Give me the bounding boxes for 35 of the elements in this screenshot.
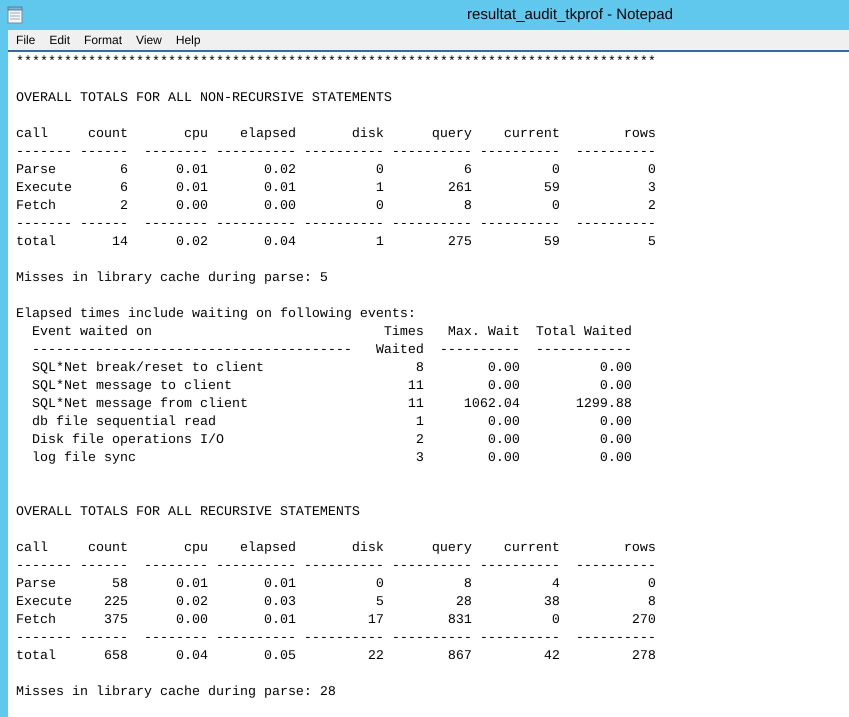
text-line: ******************************************************************************** [16,54,656,72]
text-line: OVERALL TOTALS FOR ALL RECURSIVE STATEMENTS [16,504,360,522]
text-line: Execute 6 0.01 0.01 1 261 59 3 [16,180,656,198]
text-line: OVERALL TOTALS FOR ALL NON-RECURSIVE STATEMENTS [16,90,392,108]
text-line: SQL*Net message from client 11 1062.04 1299.88 [30,396,632,414]
menu-item[interactable]: File [9,31,42,49]
text-line: ------- ------ -------- ---------- ---------- ---------- ---------- ---------- [16,144,656,162]
menu-item[interactable]: Format [77,31,130,49]
menu-item[interactable]: Edit [42,31,78,49]
menu-item[interactable]: View [129,31,169,49]
text-line: call count cpu elapsed disk query current rows [16,126,656,144]
text-line: Fetch 375 0.00 0.01 17 831 0 270 [16,612,656,630]
notepad-icon [7,6,23,24]
text-line: Event waited on Times Max. Wait Total Waited [30,324,632,342]
text-line: call count cpu elapsed disk query current rows [16,540,656,558]
text-line: total 14 0.02 0.04 1 275 59 5 [16,234,656,252]
text-line: db file sequential read 1 0.00 0.00 [30,414,632,432]
text-line: Disk file operations I/O 2 0.00 0.00 [30,432,632,450]
text-line: ------- ------ -------- ---------- ---------- ---------- ---------- ---------- [16,630,656,648]
text-line: total 658 0.04 0.05 22 867 42 278 [16,648,656,666]
text-line: Parse 58 0.01 0.01 0 8 4 0 [16,576,656,594]
text-line: Misses in library cache during parse: 5 [16,270,328,288]
text-line: ------- ------ -------- ---------- ---------- ---------- ---------- ---------- [16,216,656,234]
text-line: Elapsed times include waiting on following events: [16,306,416,324]
window-title: resultat_audit_tkprof - Notepad [467,4,673,25]
text-line: log file sync 3 0.00 0.00 [30,450,632,468]
text-line: Parse 6 0.01 0.02 0 6 0 0 [16,162,656,180]
text-line: ------- ------ -------- ---------- ---------- ---------- ---------- ---------- [16,558,656,576]
text-line: SQL*Net break/reset to client 8 0.00 0.00 [30,360,632,378]
text-line: Execute 225 0.02 0.03 5 28 38 8 [16,594,656,612]
text-line: SQL*Net message to client 11 0.00 0.00 [30,378,632,396]
text-line: ---------------------------------------- Waited ---------- ------------ [30,342,632,360]
menu-item[interactable]: Help [168,31,208,49]
text-line: Fetch 2 0.00 0.00 0 8 0 2 [16,198,656,216]
text-line: Misses in library cache during parse: 28 [16,684,336,702]
